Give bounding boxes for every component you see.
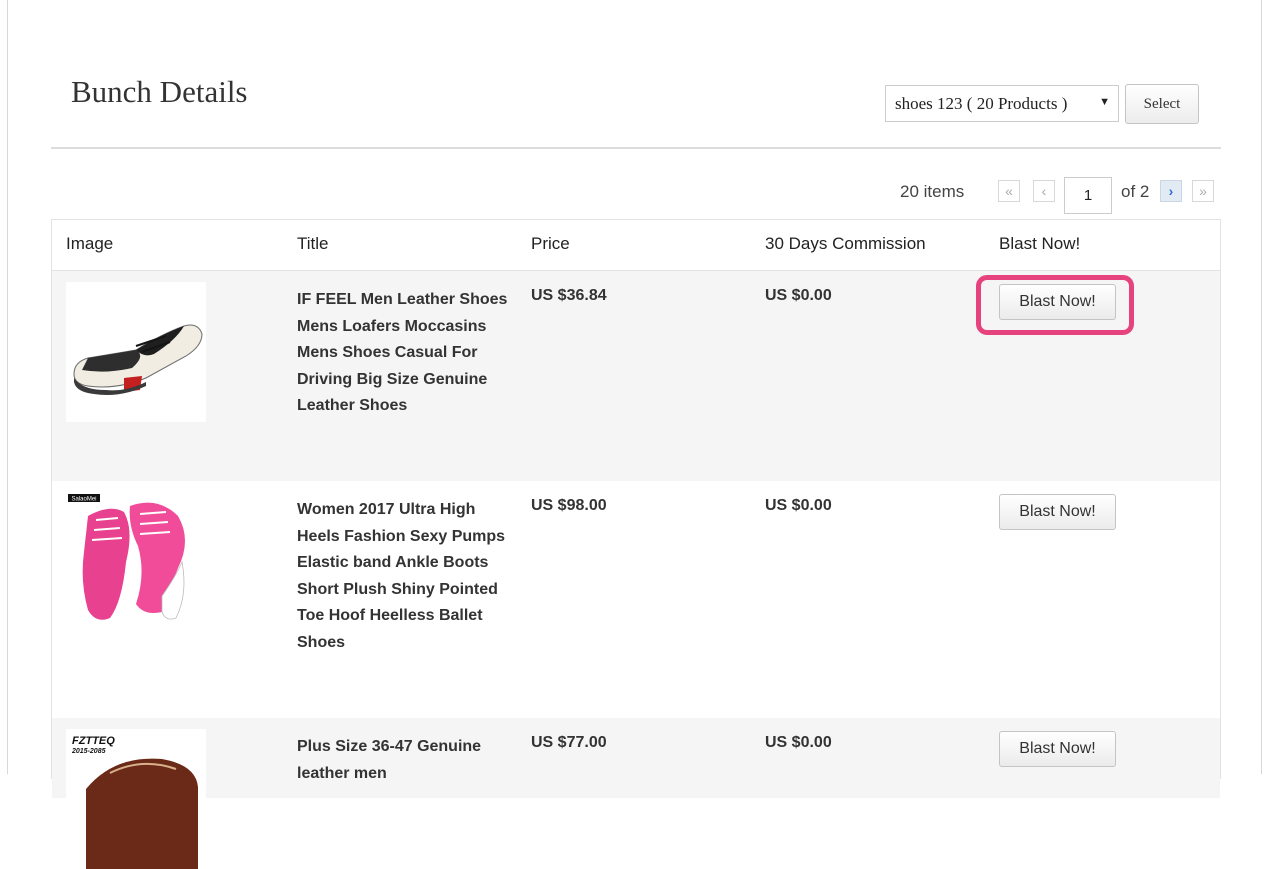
first-page-button[interactable]: «: [998, 180, 1020, 202]
table-row: SalaoMei Women 2017 Ultra High Heels Fas…: [52, 481, 1220, 718]
pink-heelless-boot-image: SalaoMei: [66, 492, 206, 632]
loafer-shoe-image: [66, 282, 206, 422]
page-number-input[interactable]: 1: [1064, 177, 1112, 214]
product-price: US $36.84: [531, 287, 607, 304]
product-title: Plus Size 36-47 Genuine leather men: [297, 738, 482, 782]
products-table: Image Title Price 30 Days Commission Bla…: [51, 219, 1221, 869]
table-row: IF FEEL Men Leather Shoes Mens Loafers M…: [52, 271, 1220, 481]
product-title: Women 2017 Ultra High Heels Fashion Sexy…: [297, 501, 506, 651]
table-header: Image Title Price 30 Days Commission Bla…: [52, 220, 1220, 271]
header-commission: 30 Days Commission: [765, 234, 926, 253]
bunch-select[interactable]: shoes 123 ( 20 Products ) ▼: [885, 85, 1119, 122]
header-price: Price: [531, 234, 570, 253]
items-count: 20 items: [900, 182, 965, 201]
caret-down-icon: ▼: [1099, 96, 1110, 108]
product-title: IF FEEL Men Leather Shoes Mens Loafers M…: [297, 291, 508, 414]
brown-boat-shoe-image: FZTTEQ 2015-2085: [66, 729, 206, 869]
select-button[interactable]: Select: [1125, 84, 1199, 124]
product-commission: US $0.00: [765, 287, 832, 304]
table-row: FZTTEQ 2015-2085 Plus Size 36-47 Genuine…: [52, 718, 1220, 869]
header-title: Title: [297, 234, 329, 253]
blast-now-button[interactable]: Blast Now!: [999, 731, 1116, 767]
product-commission: US $0.00: [765, 497, 832, 514]
last-page-button[interactable]: »: [1192, 180, 1214, 202]
product-commission: US $0.00: [765, 734, 832, 751]
page-left-border: [7, 0, 8, 774]
page-right-border: [1261, 0, 1262, 774]
header-image: Image: [66, 234, 114, 253]
next-page-button[interactable]: ›: [1160, 180, 1182, 202]
product-price: US $77.00: [531, 734, 607, 751]
brand-logo-text: FZTTEQ: [72, 735, 115, 747]
page-total: of 2: [1121, 182, 1150, 201]
header-blast: Blast Now!: [999, 234, 1081, 253]
blast-now-button[interactable]: Blast Now!: [999, 494, 1116, 530]
blast-now-button[interactable]: Blast Now!: [999, 284, 1116, 320]
title-divider: [51, 147, 1221, 149]
bunch-select-value: shoes 123 ( 20 Products ): [895, 93, 1068, 113]
prev-page-button[interactable]: ‹: [1033, 180, 1055, 202]
product-price: US $98.00: [531, 497, 607, 514]
brand-logo-subtext: 2015-2085: [71, 748, 106, 755]
page-title: Bunch Details: [71, 74, 248, 109]
brand-logo-text: SalaoMei: [71, 497, 96, 503]
